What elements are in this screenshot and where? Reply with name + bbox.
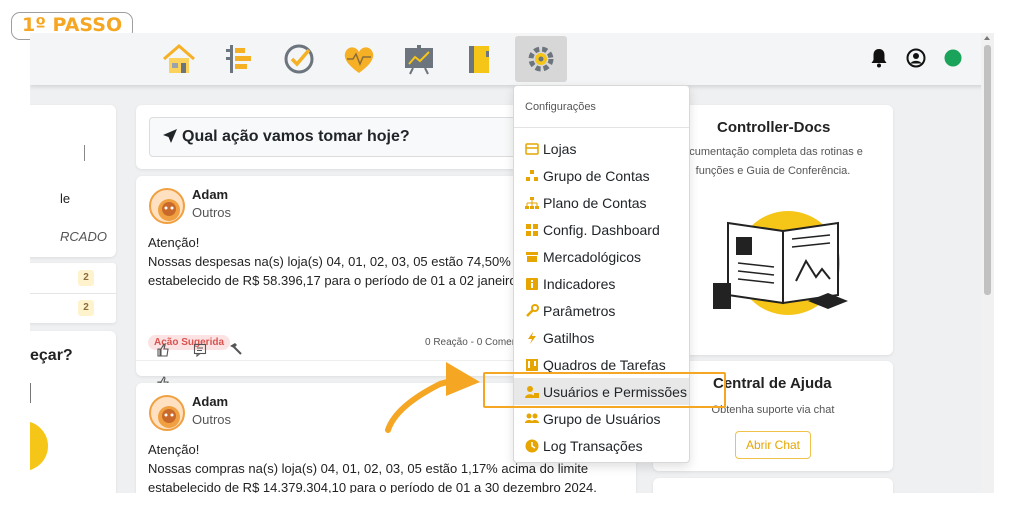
count-badge: 2 (78, 300, 94, 316)
menu-item-label: Lojas (543, 140, 577, 157)
top-navbar (30, 33, 994, 85)
info-square-icon (525, 277, 539, 291)
store-icon (525, 142, 539, 156)
left-prompt-title: eçar? (30, 347, 73, 364)
menu-item-label: Gatilhos (543, 329, 595, 346)
menu-item-plano-de-contas[interactable]: Plano de Contas (514, 189, 689, 216)
menu-item-config-dashboard[interactable]: Config. Dashboard (514, 216, 689, 243)
comment-icon[interactable] (193, 343, 207, 362)
folder-icon (525, 250, 539, 264)
menu-item-lojas[interactable]: Lojas (514, 135, 689, 162)
scroll-up-arrow-icon[interactable] (984, 36, 990, 40)
post-text-line: Nossas despesas na(s) loja(s) 04, 01, 02… (148, 254, 550, 269)
avatar (149, 188, 185, 224)
menu-item-label: Config. Dashboard (543, 221, 660, 238)
post-text-line: estabelecido de R$ 58.396,17 para o perí… (148, 273, 535, 288)
app-window: le RCADO 2 2 eçar? Qual ação vamos tomar… (30, 33, 994, 493)
highlight-box (483, 372, 726, 408)
scroll-thumb[interactable] (984, 45, 991, 295)
post-category: Outros (192, 205, 232, 220)
menu-item-log-transacoes[interactable]: Log Transações (514, 432, 689, 459)
wrench-icon (525, 303, 539, 318)
post-category: Outros (192, 412, 232, 427)
menu-item-grupo-de-usuarios[interactable]: Grupo de Usuários (514, 405, 689, 432)
divider (30, 293, 116, 294)
left-panel-subtext: RCADO (60, 229, 107, 244)
menu-item-label: Grupo de Contas (543, 167, 650, 184)
left-prompt-card: eçar? (30, 331, 116, 493)
post-text-line: Atenção! (148, 442, 200, 457)
menu-item-grupo-de-contas[interactable]: Grupo de Contas (514, 162, 689, 189)
left-illustration-line (30, 383, 31, 403)
open-chat-button[interactable]: Abrir Chat (735, 431, 811, 459)
ask-title: Qual ação vamos tomar hoje? (182, 128, 410, 145)
send-icon (162, 128, 178, 149)
menu-item-indicadores[interactable]: Indicadores (514, 270, 689, 297)
count-badge: 2 (78, 270, 94, 286)
menu-item-label: Plano de Contas (543, 194, 647, 211)
kanban-icon (525, 358, 539, 372)
controller-docs-title: Controller-Docs (717, 119, 831, 136)
menu-item-label: Parâmetros (543, 302, 616, 319)
post-text-line: estabelecido de R$ 14.379.304,10 para o … (148, 480, 597, 493)
menu-item-mercadologicos[interactable]: Mercadológicos (514, 243, 689, 270)
timeline-icon[interactable] (213, 36, 265, 82)
bell-icon[interactable] (870, 48, 888, 73)
notebook-icon[interactable] (453, 36, 505, 82)
help-center-title: Central de Ajuda (713, 375, 832, 392)
right-bottom-card (653, 478, 893, 493)
users-icon (525, 412, 539, 426)
post-author[interactable]: Adam (192, 187, 228, 202)
hierarchy-icon (525, 196, 539, 210)
post-author[interactable]: Adam (192, 394, 228, 409)
menu-item-label: Grupo de Usuários (543, 410, 661, 427)
user-circle-icon[interactable] (906, 48, 926, 73)
left-illustration (30, 421, 48, 471)
account-group-icon (525, 169, 539, 183)
menu-item-label: Mercadológicos (543, 248, 642, 265)
ask-box[interactable]: Qual ação vamos tomar hoje? (149, 117, 539, 157)
chart-board-icon[interactable] (393, 36, 445, 82)
heart-pulse-icon[interactable] (333, 36, 385, 82)
menu-divider (514, 127, 689, 128)
menu-item-label: Log Transações (543, 437, 643, 454)
status-dot-icon (944, 49, 962, 72)
avatar (149, 395, 185, 431)
gear-icon[interactable] (515, 36, 567, 82)
clock-icon (525, 439, 539, 453)
menu-item-parametros[interactable]: Parâmetros (514, 297, 689, 324)
dashboard-grid-icon (525, 223, 539, 237)
check-circle-icon[interactable] (273, 36, 325, 82)
menu-item-label: Quadros de Tarefas (543, 356, 666, 373)
left-panel-text: le (60, 191, 71, 206)
menu-item-label: Indicadores (543, 275, 616, 292)
pointer-arrow-icon (384, 342, 484, 439)
post-text-line: Atenção! (148, 235, 200, 250)
lightning-icon (525, 331, 539, 345)
hammer-icon[interactable] (229, 342, 243, 361)
left-badges-card: 2 2 (30, 263, 116, 323)
left-divider (84, 145, 85, 161)
book-illustration (708, 203, 858, 328)
left-panel-card: le RCADO (30, 105, 116, 257)
home-icon[interactable] (153, 36, 205, 82)
thumbs-up-icon[interactable] (156, 343, 170, 362)
menu-header: Configurações (525, 101, 596, 113)
menu-item-gatilhos[interactable]: Gatilhos (514, 324, 689, 351)
scrollbar[interactable] (981, 33, 994, 493)
